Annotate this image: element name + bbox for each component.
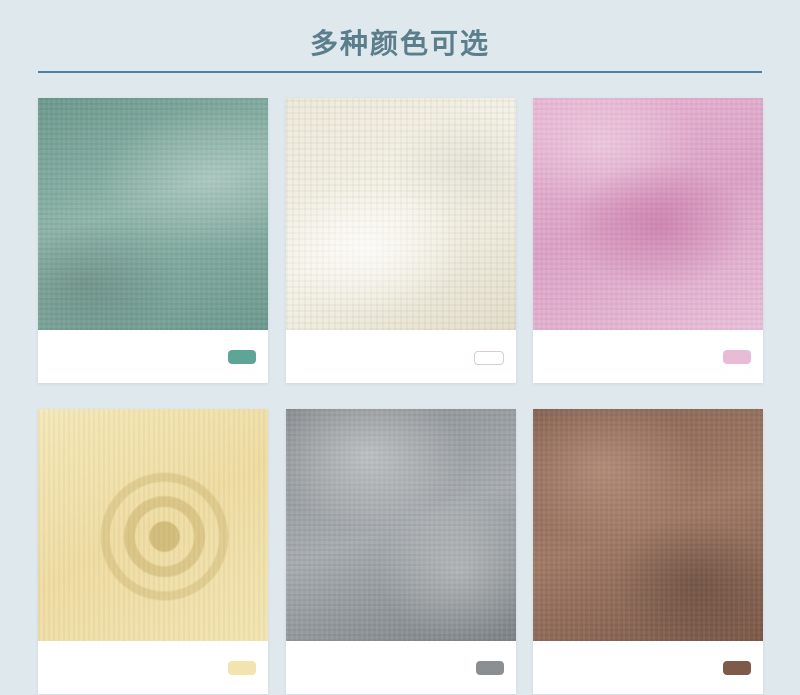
title-divider bbox=[38, 71, 762, 73]
white-fabric-image bbox=[286, 98, 516, 330]
card-footer bbox=[286, 641, 516, 694]
white-swatch[interactable] bbox=[474, 351, 504, 365]
color-card-brown[interactable] bbox=[533, 409, 763, 694]
gray-fabric-image bbox=[286, 409, 516, 641]
green-swatch[interactable] bbox=[228, 350, 256, 364]
yellow-swatch[interactable] bbox=[228, 661, 256, 675]
card-footer bbox=[533, 330, 763, 383]
brown-swatch[interactable] bbox=[723, 661, 751, 675]
brown-fabric-image bbox=[533, 409, 763, 641]
green-fabric-image bbox=[38, 98, 268, 330]
page-title: 多种颜色可选 bbox=[309, 27, 490, 60]
color-card-yellow[interactable] bbox=[38, 409, 268, 694]
color-card-green[interactable] bbox=[38, 98, 268, 383]
yellow-fabric-image bbox=[38, 409, 268, 641]
card-footer bbox=[38, 330, 268, 383]
color-card-white[interactable] bbox=[286, 98, 516, 383]
color-card-gray[interactable] bbox=[286, 409, 516, 694]
pink-fabric-image bbox=[533, 98, 763, 330]
color-card-pink[interactable] bbox=[533, 98, 763, 383]
card-footer bbox=[533, 641, 763, 694]
gray-swatch[interactable] bbox=[476, 661, 504, 675]
card-footer bbox=[38, 641, 268, 694]
card-footer bbox=[286, 330, 516, 383]
pink-swatch[interactable] bbox=[723, 350, 751, 364]
